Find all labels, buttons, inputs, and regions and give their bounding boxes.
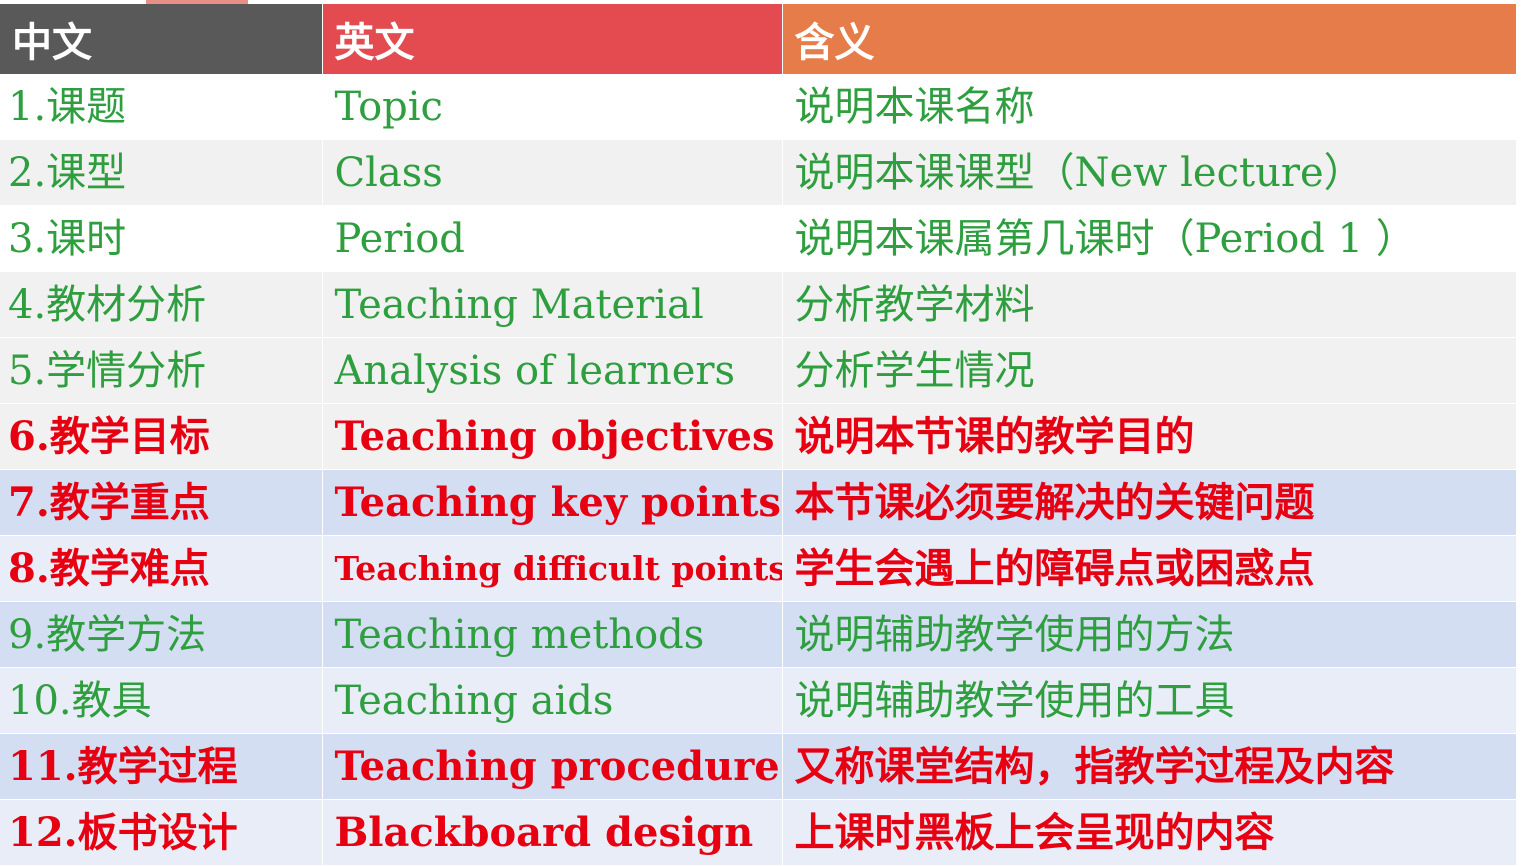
cell-english: Teaching Material — [322, 271, 783, 338]
cell-meaning: 又称课堂结构，指教学过程及内容 — [782, 733, 1517, 800]
header-meaning: 含义 — [782, 4, 1517, 74]
cell-meaning: 本节课必须要解决的关键问题 — [782, 469, 1517, 536]
cell-english: Teaching aids — [322, 667, 783, 734]
table-row: 3.课时 Period 说明本课属第几课时（Period 1 ） — [0, 205, 1517, 272]
cell-chinese: 3.课时 — [0, 205, 323, 272]
table-row: 7.教学重点 Teaching key points 本节课必须要解决的关键问题 — [0, 469, 1517, 536]
cell-english: Period — [322, 205, 783, 272]
table-row: 6.教学目标 Teaching objectives 说明本节课的教学目的 — [0, 403, 1517, 470]
cell-chinese: 11.教学过程 — [0, 733, 323, 800]
cell-meaning: 说明本课属第几课时（Period 1 ） — [782, 205, 1517, 272]
header-row: 中文 英文 含义 — [0, 4, 1517, 74]
cell-meaning: 说明辅助教学使用的方法 — [782, 601, 1517, 668]
lesson-plan-terms-table: 中文 英文 含义 1.课题 Topic 说明本课名称 2.课型 Class 说明… — [0, 4, 1517, 866]
cell-english: Teaching key points — [322, 469, 783, 536]
cell-meaning: 分析教学材料 — [782, 271, 1517, 338]
lesson-plan-terms-table-container: 中文 英文 含义 1.课题 Topic 说明本课名称 2.课型 Class 说明… — [0, 4, 1517, 866]
cell-chinese: 10.教具 — [0, 667, 323, 734]
cell-chinese: 9.教学方法 — [0, 601, 323, 668]
cell-chinese: 1.课题 — [0, 74, 323, 140]
table-row: 5.学情分析 Analysis of learners 分析学生情况 — [0, 337, 1517, 404]
cell-chinese: 8.教学难点 — [0, 535, 323, 602]
table-row: 8.教学难点 Teaching difficult points 学生会遇上的障… — [0, 535, 1517, 602]
cell-chinese: 7.教学重点 — [0, 469, 323, 536]
table-row: 4.教材分析 Teaching Material 分析教学材料 — [0, 271, 1517, 338]
cell-meaning: 学生会遇上的障碍点或困惑点 — [782, 535, 1517, 602]
cell-english: Analysis of learners — [322, 337, 783, 404]
table-row: 1.课题 Topic 说明本课名称 — [0, 74, 1517, 140]
table-row: 9.教学方法 Teaching methods 说明辅助教学使用的方法 — [0, 601, 1517, 668]
cell-meaning: 说明本课课型（New lecture） — [782, 139, 1517, 206]
cell-chinese: 5.学情分析 — [0, 337, 323, 404]
cell-english: Teaching difficult points — [322, 535, 783, 602]
header-chinese: 中文 — [0, 4, 323, 74]
cell-english: Class — [322, 139, 783, 206]
cell-english: Topic — [322, 74, 783, 140]
header-english: 英文 — [322, 4, 783, 74]
table-row: 12.板书设计 Blackboard design 上课时黑板上会呈现的内容 — [0, 799, 1517, 866]
table-header: 中文 英文 含义 — [0, 4, 1517, 74]
cell-english: Blackboard design — [322, 799, 783, 866]
cell-meaning: 说明本节课的教学目的 — [782, 403, 1517, 470]
cell-meaning: 分析学生情况 — [782, 337, 1517, 404]
cell-english: Teaching methods — [322, 601, 783, 668]
cell-chinese: 4.教材分析 — [0, 271, 323, 338]
table-row: 10.教具 Teaching aids 说明辅助教学使用的工具 — [0, 667, 1517, 734]
cell-chinese: 2.课型 — [0, 139, 323, 206]
table-row: 2.课型 Class 说明本课课型（New lecture） — [0, 139, 1517, 206]
cell-meaning: 上课时黑板上会呈现的内容 — [782, 799, 1517, 866]
cell-chinese: 12.板书设计 — [0, 799, 323, 866]
table-body: 1.课题 Topic 说明本课名称 2.课型 Class 说明本课课型（New … — [0, 74, 1517, 866]
cell-english: Teaching procedure — [322, 733, 783, 800]
cell-meaning: 说明辅助教学使用的工具 — [782, 667, 1517, 734]
cell-chinese: 6.教学目标 — [0, 403, 323, 470]
cell-english: Teaching objectives — [322, 403, 783, 470]
table-row: 11.教学过程 Teaching procedure 又称课堂结构，指教学过程及… — [0, 733, 1517, 800]
cell-meaning: 说明本课名称 — [782, 74, 1517, 140]
